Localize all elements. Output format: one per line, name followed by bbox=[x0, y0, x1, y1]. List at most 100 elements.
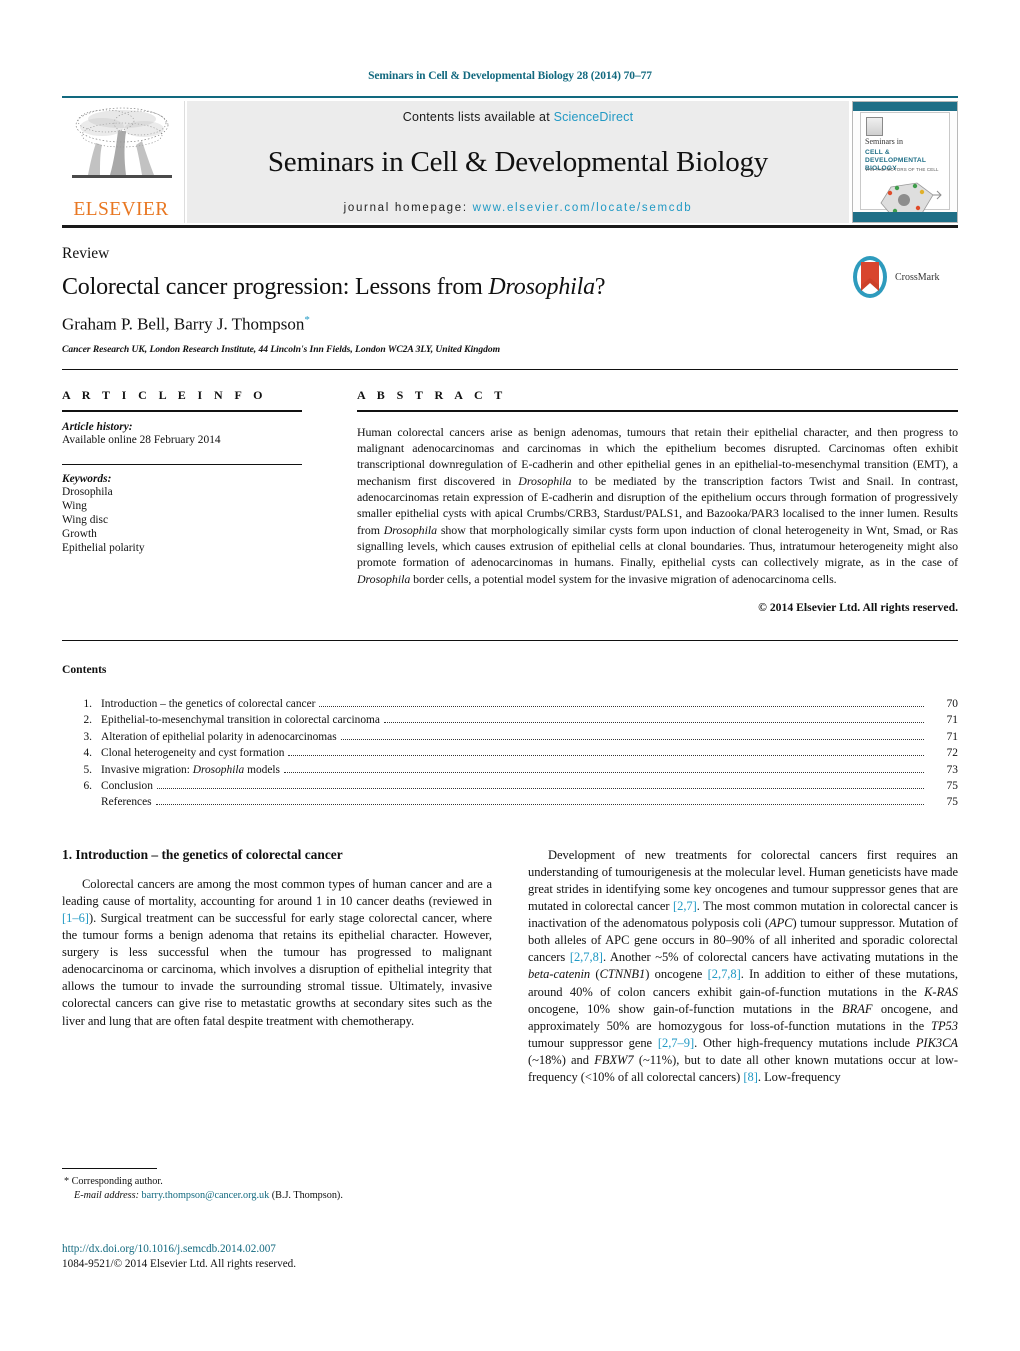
keyword-item: Growth bbox=[62, 528, 97, 541]
contents-label[interactable]: Alteration of epithelial polarity in ade… bbox=[101, 729, 337, 745]
keywords-rule bbox=[62, 463, 302, 465]
gene-name: CTNNB1 bbox=[599, 967, 646, 982]
citation-ref[interactable]: [2,7,8] bbox=[570, 950, 603, 964]
body-seg: tumour suppressor gene bbox=[528, 1035, 658, 1050]
body-seg: ( bbox=[590, 967, 600, 982]
contents-row[interactable]: 6. Conclusion 75 bbox=[62, 778, 958, 794]
journal-title: Seminars in Cell & Developmental Biology bbox=[267, 145, 769, 178]
cover-line-3: VAN THE MOTORS OF THE CELL bbox=[865, 167, 939, 172]
citation-ref[interactable]: [8] bbox=[743, 1070, 758, 1084]
body-seg: (~18%) and bbox=[528, 1052, 595, 1067]
footnote-block: * Corresponding author. E-mail address: … bbox=[62, 1168, 492, 1202]
contents-leader bbox=[288, 747, 924, 757]
crossmark-badge[interactable]: CrossMark bbox=[850, 253, 958, 301]
abstract-italic-3: Drosophila bbox=[357, 571, 411, 586]
contents-row[interactable]: 1. Introduction – the genetics of colore… bbox=[62, 696, 958, 712]
elsevier-tree-icon bbox=[72, 107, 172, 178]
body-seg: . Another ~5% of colorectal cancers have… bbox=[602, 950, 958, 965]
abstract-text: Human colorectal cancers arise as benign… bbox=[357, 424, 958, 587]
doi-link[interactable]: http://dx.doi.org/10.1016/j.semcdb.2014.… bbox=[62, 1242, 492, 1257]
article-history-label: Article history: bbox=[62, 420, 133, 433]
header-rule bbox=[62, 96, 958, 98]
title-part-post: ? bbox=[594, 274, 606, 300]
contents-label[interactable]: Conclusion bbox=[101, 778, 153, 794]
body-seg: oncogene, 10% show gain-of-function muta… bbox=[528, 1001, 843, 1016]
running-head: Seminars in Cell & Developmental Biology… bbox=[368, 70, 652, 82]
email-attribution: (B.J. Thompson). bbox=[271, 1189, 343, 1201]
email-label: E-mail address: bbox=[74, 1189, 139, 1201]
cover-emblem-icon bbox=[866, 117, 883, 136]
crossmark-icon bbox=[853, 256, 887, 298]
contents-label[interactable]: Clonal heterogeneity and cyst formation bbox=[101, 745, 284, 761]
section-1-heading: 1. Introduction – the genetics of colore… bbox=[62, 846, 343, 862]
title-block-rule bbox=[62, 368, 958, 370]
section-1-paragraph-2: Development of new treatments for colore… bbox=[528, 847, 958, 1086]
author-names: Graham P. Bell, Barry J. Thompson bbox=[62, 314, 305, 334]
title-part-pre: Colorectal cancer progression: Lessons f… bbox=[62, 274, 489, 300]
keyword-item: Epithelial polarity bbox=[62, 542, 145, 555]
contents-label[interactable]: Introduction – the genetics of colorecta… bbox=[101, 696, 315, 712]
contents-row[interactable]: 3. Alteration of epithelial polarity in … bbox=[62, 729, 958, 745]
contents-row[interactable]: References 75 bbox=[62, 794, 958, 810]
abstract-italic-1: Drosophila bbox=[518, 473, 572, 488]
journal-homepage-link[interactable]: www.elsevier.com/locate/semcdb bbox=[473, 202, 693, 214]
keyword-item: Wing bbox=[62, 499, 87, 512]
contents-row[interactable]: 4. Clonal heterogeneity and cyst formati… bbox=[62, 745, 958, 761]
citation-ref[interactable]: [2,7,8] bbox=[708, 967, 741, 981]
journal-cover-thumbnail: Seminars in CELL & DEVELOPMENTAL BIOLOGY… bbox=[852, 101, 958, 223]
contents-leader bbox=[383, 714, 924, 724]
body-seg: . Low-frequency bbox=[757, 1070, 841, 1085]
corresponding-author-text: Corresponding author. bbox=[71, 1176, 163, 1187]
article-info-column: A R T I C L E I N F O Article history: A… bbox=[62, 388, 326, 614]
body-column-left: 1. Introduction – the genetics of colore… bbox=[62, 847, 492, 1086]
journal-banner: Contents lists available at ScienceDirec… bbox=[187, 101, 849, 223]
gene-name: TP53 bbox=[931, 1018, 958, 1033]
affiliation: Cancer Research UK, London Research Inst… bbox=[62, 343, 501, 355]
citation-ref[interactable]: [2,7] bbox=[673, 899, 697, 913]
contents-number: 4. bbox=[83, 747, 92, 760]
sciencedirect-link[interactable]: ScienceDirect bbox=[554, 110, 634, 124]
contents-label[interactable]: References bbox=[101, 794, 152, 810]
contents-available-text: Contents lists available at bbox=[402, 110, 550, 124]
keyword-item: Drosophila bbox=[62, 485, 113, 498]
contents-page: 72 bbox=[946, 747, 958, 760]
footnote-rule bbox=[62, 1168, 157, 1169]
contents-number: 2. bbox=[83, 714, 92, 727]
body-seg: ) oncogene bbox=[645, 967, 708, 982]
contents-leader bbox=[155, 796, 924, 806]
keywords-label: Keywords: bbox=[62, 472, 112, 485]
journal-article-page: Seminars in Cell & Developmental Biology… bbox=[0, 0, 1020, 1351]
page-content: Seminars in Cell & Developmental Biology… bbox=[62, 0, 958, 1086]
contents-section: Contents 1. Introduction – the genetics … bbox=[62, 663, 958, 811]
contents-title: Contents bbox=[62, 662, 107, 676]
footnote-star: * bbox=[64, 1176, 70, 1187]
contents-row[interactable]: 5. Invasive migration: Drosophila models… bbox=[62, 762, 958, 778]
cover-inner-panel: Seminars in CELL & DEVELOPMENTAL BIOLOGY… bbox=[860, 112, 950, 218]
citation-ref[interactable]: [2,7–9] bbox=[658, 1036, 694, 1050]
article-history-value: Available online 28 February 2014 bbox=[62, 433, 221, 446]
contents-page: 71 bbox=[946, 730, 958, 743]
corresponding-author-note: * Corresponding author. bbox=[62, 1175, 492, 1189]
contents-number: 3. bbox=[83, 730, 92, 743]
abstract-copyright: © 2014 Elsevier Ltd. All rights reserved… bbox=[758, 600, 958, 614]
contents-label[interactable]: Epithelial-to-mesenchymal transition in … bbox=[101, 712, 380, 728]
contents-leader bbox=[284, 764, 924, 773]
page-title: Colorectal cancer progression: Lessons f… bbox=[62, 274, 762, 301]
contents-leader bbox=[319, 698, 924, 707]
email-note: E-mail address: barry.thompson@cancer.or… bbox=[62, 1189, 492, 1203]
article-info-heading: A R T I C L E I N F O bbox=[62, 387, 267, 402]
citation-ref[interactable]: [1–6] bbox=[62, 911, 89, 925]
email-link[interactable]: barry.thompson@cancer.org.uk bbox=[142, 1190, 270, 1201]
cover-line-1: Seminars in bbox=[865, 137, 903, 146]
title-part-italic: Drosophila bbox=[488, 274, 595, 300]
gene-name: beta-catenin bbox=[528, 967, 591, 982]
keyword-item: Wing disc bbox=[62, 514, 109, 527]
article-type-kicker: Review bbox=[62, 245, 110, 262]
contents-row[interactable]: 2. Epithelial-to-mesenchymal transition … bbox=[62, 712, 958, 728]
crossmark-label: CrossMark bbox=[895, 271, 940, 283]
body-seg: . Other high-frequency mutations include bbox=[694, 1035, 916, 1050]
gene-name: PIK3CA bbox=[915, 1035, 959, 1050]
contents-number: 1. bbox=[83, 697, 92, 710]
contents-label[interactable]: Invasive migration: Drosophila models bbox=[101, 762, 280, 778]
